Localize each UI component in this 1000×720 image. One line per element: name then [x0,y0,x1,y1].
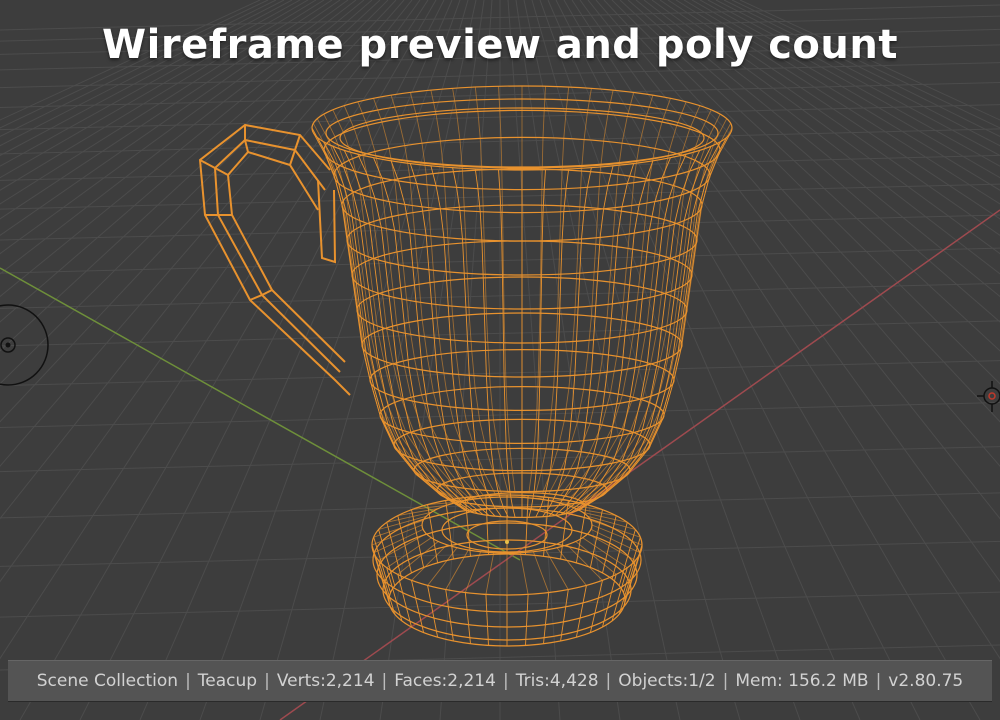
origin-point [505,540,509,544]
status-tris: Tris:4,428 [515,671,599,691]
separator: | [502,671,509,691]
separator: | [185,671,191,691]
status-verts: Verts:2,214 [276,671,375,691]
status-bar: Scene Collection | Teacup | Verts:2,214 | F… [8,660,992,702]
separator: | [381,671,388,691]
status-collection: Scene Collection [36,671,179,691]
status-version: v2.80.75 [888,671,964,691]
separator: | [605,671,612,691]
separator: | [875,671,882,691]
status-object: Teacup [197,671,258,691]
separator: | [264,671,270,691]
3d-viewport[interactable] [0,0,1000,720]
status-objects: Objects:1/2 [618,671,716,691]
page-title: Wireframe preview and poly count [102,22,898,68]
status-memory: Mem: 156.2 MB [735,671,869,691]
status-faces: Faces:2,214 [394,671,496,691]
separator: | [722,671,729,691]
